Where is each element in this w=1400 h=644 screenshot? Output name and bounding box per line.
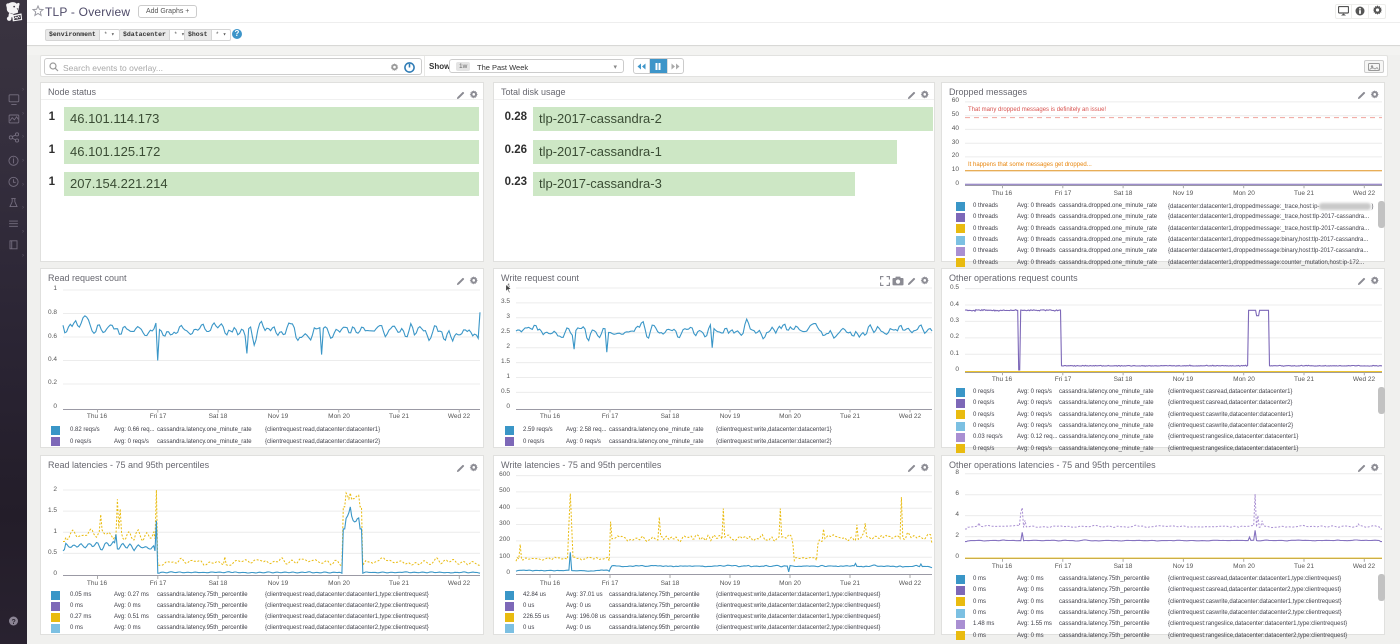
svg-text:›: › [22, 111, 24, 117]
svg-text:›: › [22, 229, 24, 235]
svg-text:›: › [22, 134, 24, 140]
svg-text:?: ? [12, 619, 16, 626]
svg-text:›: › [22, 205, 24, 211]
svg-text:›: › [22, 182, 24, 188]
svg-text:›: › [22, 87, 24, 93]
svg-text:›: › [22, 253, 24, 259]
svg-text:›: › [22, 158, 24, 164]
